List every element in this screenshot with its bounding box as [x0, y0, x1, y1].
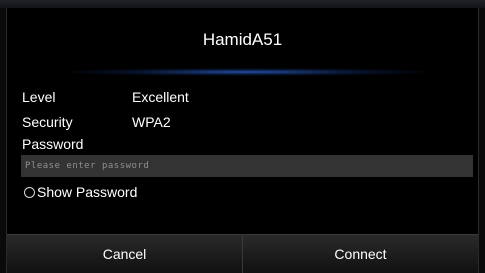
security-value: WPA2 [132, 114, 171, 130]
network-name-title: HamidA51 [202, 30, 283, 49]
title-divider-glow [67, 68, 427, 76]
password-label: Password [22, 136, 84, 152]
show-password-toggle[interactable]: Show Password [24, 182, 137, 202]
cancel-button[interactable]: Cancel [7, 235, 242, 273]
password-label-row: Password [22, 134, 83, 154]
signal-level-value: Excellent [132, 89, 189, 105]
connect-button[interactable]: Connect [242, 235, 478, 273]
security-label: Security [22, 114, 73, 130]
background-status-strip [0, 0, 485, 8]
password-input[interactable] [21, 155, 473, 177]
show-password-radio-icon[interactable] [24, 186, 35, 198]
signal-level-row: Level Excellent [22, 87, 189, 107]
dialog-button-bar: Cancel Connect [7, 234, 478, 273]
wifi-connect-dialog: HamidA51 Level Excellent Security WPA2 P… [6, 8, 479, 273]
security-row: Security WPA2 [22, 112, 171, 132]
show-password-label: Show Password [37, 184, 138, 200]
signal-level-label: Level [22, 89, 56, 105]
